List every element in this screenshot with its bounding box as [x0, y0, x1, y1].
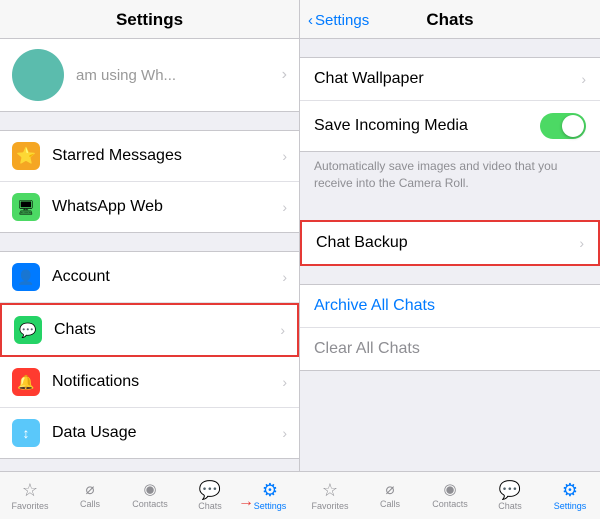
tab-chats-left[interactable]: 💬 Chats → — [180, 481, 240, 511]
r-chats-tab-icon: 💬 — [499, 481, 521, 499]
chats-tab-icon: 💬 — [199, 481, 221, 499]
tab-calls-right[interactable]: ⌀ Calls — [360, 482, 420, 509]
tab-contacts-right[interactable]: ◉ Contacts — [420, 482, 480, 509]
notifications-chevron-icon: › — [282, 374, 287, 390]
account-chevron-icon: › — [282, 269, 287, 285]
wallpaper-label: Chat Wallpaper — [314, 70, 581, 88]
chats-label: Chats — [54, 321, 276, 339]
settings-group-2: 👤 Account › 💬 Chats › 🔔 Notifications › … — [0, 251, 299, 459]
sidebar-item-whatsapp-web[interactable]: 🖥 WhatsApp Web › — [0, 182, 299, 232]
sidebar-item-account[interactable]: 👤 Account › — [0, 252, 299, 303]
r-favorites-icon: ☆ — [322, 481, 338, 499]
r-contacts-label: Contacts — [432, 499, 468, 509]
tab-contacts-left[interactable]: ◉ Contacts — [120, 482, 180, 509]
settings-tab-label: Settings — [254, 501, 287, 511]
sidebar-item-chats[interactable]: 💬 Chats › — [0, 303, 299, 357]
calls-label: Calls — [80, 499, 100, 509]
sidebar-item-starred[interactable]: ⭐ Starred Messages › — [0, 131, 299, 182]
left-content: am using Wh... › ⭐ Starred Messages › 🖥 … — [0, 39, 299, 519]
back-chevron-icon: ‹ — [308, 12, 313, 29]
profile-chevron-icon: › — [282, 66, 287, 84]
right-content: Chat Wallpaper › Save Incoming Media Aut… — [300, 39, 600, 519]
settings-group-1: ⭐ Starred Messages › 🖥 WhatsApp Web › — [0, 130, 299, 233]
starred-icon: ⭐ — [12, 142, 40, 170]
sidebar-item-data-usage[interactable]: ↕ Data Usage › — [0, 408, 299, 458]
data-usage-chevron-icon: › — [282, 425, 287, 441]
tab-chats-right[interactable]: 💬 Chats — [480, 481, 540, 511]
back-label: Settings — [315, 12, 369, 29]
r-calls-label: Calls — [380, 499, 400, 509]
right-tab-bar: ☆ Favorites ⌀ Calls ◉ Contacts 💬 Chats ⚙… — [300, 471, 600, 519]
whatsapp-web-chevron-icon: › — [282, 199, 287, 215]
whatsapp-web-icon: 🖥 — [12, 193, 40, 221]
r-settings-tab-label: Settings — [554, 501, 587, 511]
left-tab-bar: ☆ Favorites ⌀ Calls ◉ Contacts 💬 Chats →… — [0, 471, 300, 519]
whatsapp-web-label: WhatsApp Web — [52, 198, 278, 216]
clear-label: Clear All Chats — [314, 340, 586, 358]
backup-chevron-icon: › — [579, 235, 584, 251]
chat-wallpaper-row[interactable]: Chat Wallpaper › — [300, 58, 600, 101]
notifications-icon: 🔔 — [12, 368, 40, 396]
right-panel: ‹ Settings Chats Chat Wallpaper › Save I… — [300, 0, 600, 519]
tab-favorites-right[interactable]: ☆ Favorites — [300, 481, 360, 511]
account-icon: 👤 — [12, 263, 40, 291]
tab-settings-right[interactable]: ⚙ Settings — [540, 481, 600, 511]
settings-tab-icon: ⚙ — [262, 481, 278, 499]
favorites-label: Favorites — [11, 501, 48, 511]
r-calls-icon: ⌀ — [385, 482, 394, 497]
save-media-toggle[interactable] — [540, 113, 586, 139]
account-label: Account — [52, 268, 278, 286]
arrow-icon: → — [238, 493, 254, 511]
favorites-icon: ☆ — [22, 481, 38, 499]
backup-label: Chat Backup — [316, 234, 579, 252]
left-header: Settings — [0, 0, 299, 39]
starred-chevron-icon: › — [282, 148, 287, 164]
starred-label: Starred Messages — [52, 147, 278, 165]
avatar — [12, 49, 64, 101]
clear-chats-row[interactable]: Clear All Chats — [300, 328, 600, 370]
sidebar-item-notifications[interactable]: 🔔 Notifications › — [0, 357, 299, 408]
chats-tab-label: Chats — [198, 501, 222, 511]
notifications-label: Notifications — [52, 373, 278, 391]
chats-section-2: Chat Backup › — [300, 220, 600, 266]
save-media-description: Automatically save images and video that… — [300, 152, 600, 202]
left-panel: Settings am using Wh... › ⭐ Starred Mess… — [0, 0, 300, 519]
right-title: Chats — [426, 10, 473, 30]
archive-chats-row[interactable]: Archive All Chats — [300, 285, 600, 328]
chats-chevron-icon: › — [280, 322, 285, 338]
profile-row[interactable]: am using Wh... › — [0, 39, 299, 112]
tab-calls-left[interactable]: ⌀ Calls — [60, 482, 120, 509]
chat-backup-row[interactable]: Chat Backup › — [300, 220, 600, 266]
back-button[interactable]: ‹ Settings — [308, 12, 369, 29]
chats-icon: 💬 — [14, 316, 42, 344]
archive-label: Archive All Chats — [314, 297, 586, 315]
r-favorites-label: Favorites — [311, 501, 348, 511]
chats-section-3: Archive All Chats Clear All Chats — [300, 284, 600, 371]
data-usage-icon: ↕ — [12, 419, 40, 447]
tab-favorites-left[interactable]: ☆ Favorites — [0, 481, 60, 511]
profile-status: am using Wh... — [76, 67, 282, 84]
r-settings-tab-icon: ⚙ — [562, 481, 578, 499]
contacts-icon: ◉ — [143, 482, 156, 497]
calls-icon: ⌀ — [85, 482, 94, 497]
right-header: ‹ Settings Chats — [300, 0, 600, 39]
r-contacts-icon: ◉ — [443, 482, 456, 497]
save-media-row[interactable]: Save Incoming Media — [300, 101, 600, 151]
r-chats-tab-label: Chats — [498, 501, 522, 511]
data-usage-label: Data Usage — [52, 424, 278, 442]
wallpaper-chevron-icon: › — [581, 71, 586, 87]
save-media-label: Save Incoming Media — [314, 117, 540, 135]
left-title: Settings — [116, 10, 183, 29]
chats-section-1: Chat Wallpaper › Save Incoming Media — [300, 57, 600, 152]
contacts-label: Contacts — [132, 499, 168, 509]
